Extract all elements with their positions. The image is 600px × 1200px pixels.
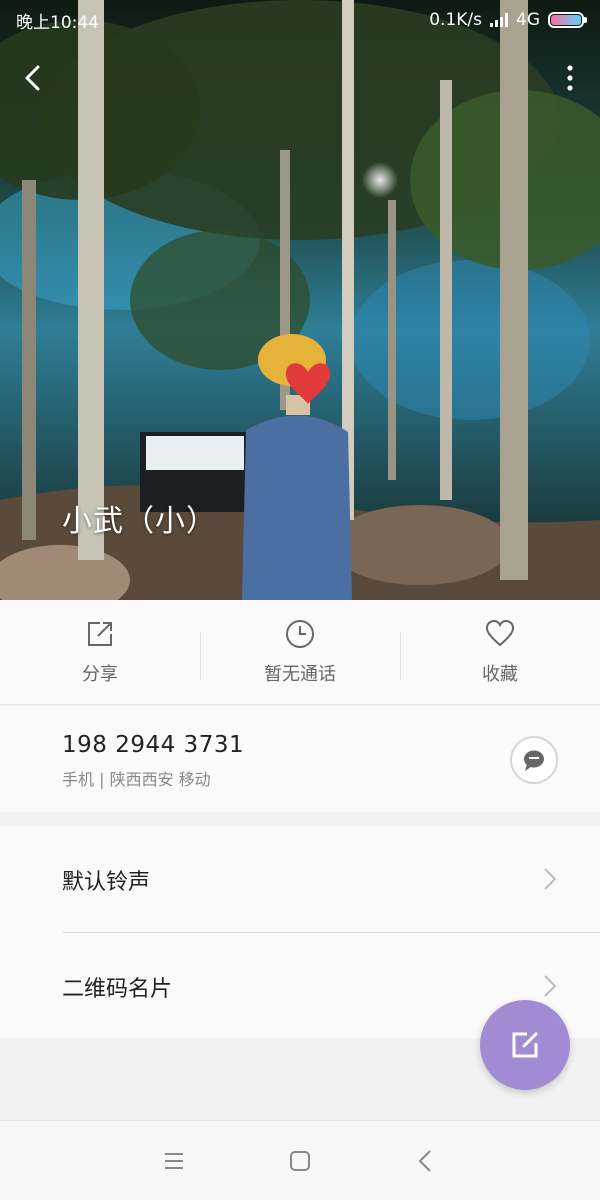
message-icon [524, 750, 544, 771]
status-time: 晚上10:44 [16, 12, 99, 33]
edit-icon [512, 1032, 538, 1058]
send-message-button[interactable] [510, 736, 558, 784]
contact-action-bar: 分享 暂无通话 收藏 [0, 600, 600, 705]
ringtone-setting-row[interactable]: 默认铃声 [0, 826, 600, 933]
status-indicators: 0.1K/s 4G [429, 10, 587, 30]
favorite-button[interactable]: 收藏 [400, 600, 600, 704]
chevron-right-icon [544, 868, 557, 890]
chevron-right-icon [544, 975, 557, 997]
clock-icon [286, 620, 314, 648]
call-history-button[interactable]: 暂无通话 [200, 600, 400, 704]
favorite-label: 收藏 [482, 664, 518, 685]
back-arrow-icon[interactable] [18, 62, 50, 94]
call-history-label: 暂无通话 [264, 664, 336, 685]
phone-number: 198 2944 3731 [62, 732, 245, 758]
edit-contact-button[interactable] [480, 1000, 570, 1090]
heart-icon [485, 619, 515, 647]
qr-card-label: 二维码名片 [62, 977, 173, 1002]
network-type: 4G [516, 10, 540, 30]
signal-icon [490, 13, 508, 27]
share-label: 分享 [82, 664, 118, 685]
network-speed: 0.1K/s [429, 10, 482, 30]
more-options-icon[interactable] [562, 62, 578, 94]
phone-type-location: 手机 | 陕西西安 移动 [62, 770, 211, 789]
battery-icon [548, 12, 587, 28]
phone-number-row[interactable]: 198 2944 3731 手机 | 陕西西安 移动 [0, 706, 600, 812]
nav-back-icon[interactable] [412, 1147, 440, 1175]
contact-name: 小武（小） [62, 504, 217, 539]
menu-icon[interactable] [160, 1147, 188, 1175]
share-icon [88, 622, 112, 646]
contact-cover-photo: 晚上10:44 0.1K/s 4G 小武（小） [0, 0, 600, 600]
system-navigation-bar [0, 1120, 600, 1200]
ringtone-label: 默认铃声 [62, 870, 151, 895]
home-icon[interactable] [286, 1147, 314, 1175]
share-button[interactable]: 分享 [0, 600, 200, 704]
status-bar: 晚上10:44 0.1K/s 4G [0, 0, 600, 40]
